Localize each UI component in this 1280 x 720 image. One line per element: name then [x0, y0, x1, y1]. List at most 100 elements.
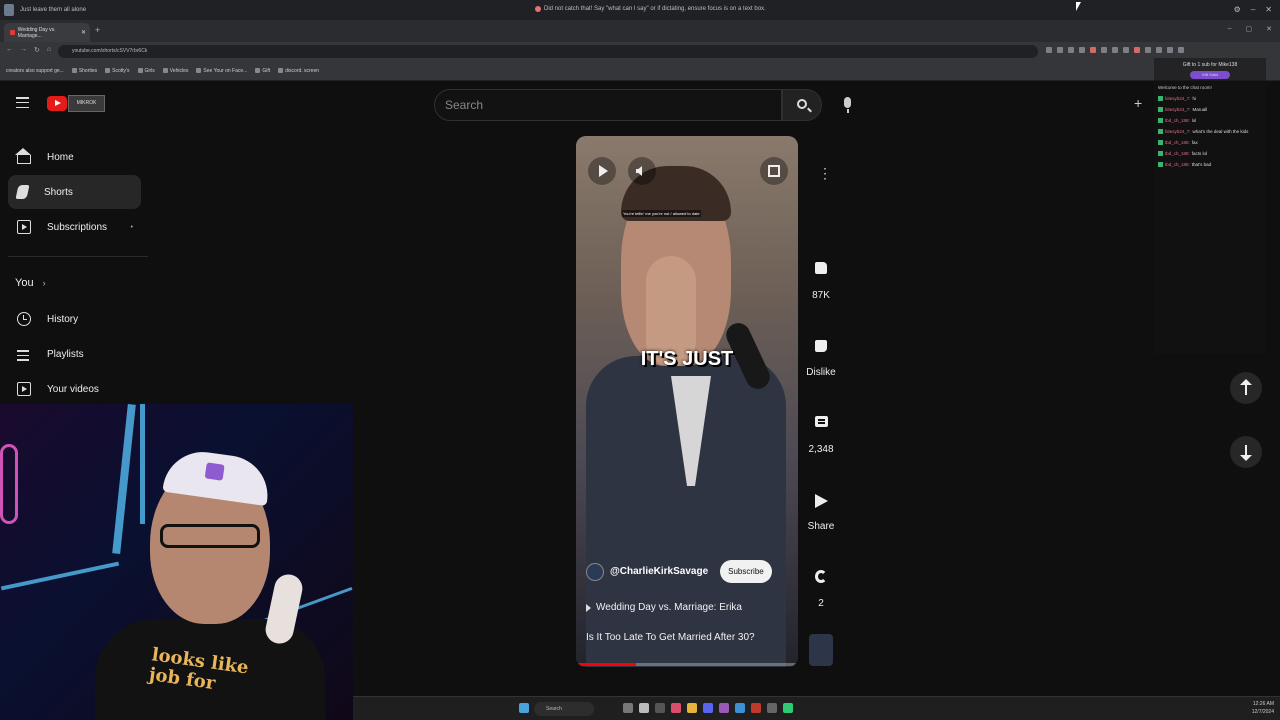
- short-title[interactable]: Is It Too Late To Get Married After 30?: [586, 632, 755, 643]
- taskbar-app-icon[interactable]: [623, 703, 633, 713]
- reload-icon[interactable]: ↻: [34, 46, 40, 54]
- extension-icon[interactable]: [1134, 47, 1140, 53]
- menu-icon[interactable]: [16, 97, 29, 108]
- youtube-logo-icon[interactable]: [47, 96, 67, 111]
- extension-icon[interactable]: [1145, 47, 1151, 53]
- extension-icon[interactable]: [1090, 47, 1096, 53]
- windows-start-icon[interactable]: [519, 703, 529, 713]
- chrome-icon[interactable]: [687, 703, 697, 713]
- url-field[interactable]: youtube.com/shorts/cSVV7rbr6Ck: [58, 45, 1038, 58]
- remix-button[interactable]: [806, 562, 836, 592]
- bookmark-item[interactable]: Girls: [137, 68, 155, 74]
- share-button[interactable]: [806, 485, 836, 515]
- chat-message: bitesyb24_7: hi: [1158, 96, 1262, 101]
- minimize-window-icon[interactable]: –: [1228, 25, 1232, 33]
- taskbar-app-icon[interactable]: [719, 703, 729, 713]
- bookmark-star-icon[interactable]: [1068, 47, 1074, 53]
- new-tab-icon[interactable]: +: [95, 25, 100, 35]
- webcam-overlay: looks like job for: [0, 404, 353, 720]
- youtube-favicon-icon: [10, 30, 15, 35]
- sidebar-item-your-videos[interactable]: Your videos: [8, 372, 141, 406]
- home-browser-icon[interactable]: ⌂: [47, 46, 51, 54]
- window-title: Just leave them all alone: [20, 7, 87, 13]
- channel-handle[interactable]: @CharlieKirkSavage: [610, 566, 708, 577]
- bookmark-item[interactable]: Vehicles: [162, 68, 188, 74]
- clock-date: 12/7/2024: [1251, 709, 1274, 715]
- bookmark-item[interactable]: Gift: [255, 68, 270, 74]
- maximize-window-icon[interactable]: ▢: [1246, 25, 1253, 33]
- sidebar-item-home[interactable]: Home: [8, 140, 141, 174]
- logo-badge[interactable]: MIKROK: [68, 95, 105, 112]
- tab-close-icon[interactable]: ✕: [81, 29, 86, 36]
- dislike-button[interactable]: [806, 331, 836, 361]
- bookmark-item[interactable]: Shorties: [71, 68, 97, 74]
- sidebar-section-you[interactable]: You ›: [15, 277, 46, 289]
- sidebar-divider: [8, 256, 148, 257]
- sidebar-item-label: Shorts: [44, 186, 73, 198]
- extension-icon[interactable]: [1101, 47, 1107, 53]
- history-icon: [17, 312, 31, 326]
- playlist-link[interactable]: Wedding Day vs. Marriage: Erika: [586, 602, 742, 613]
- file-explorer-icon[interactable]: [639, 703, 649, 713]
- extension-icon[interactable]: [1079, 47, 1085, 53]
- close-window-icon[interactable]: ✕: [1266, 25, 1272, 33]
- browser-tab[interactable]: Wedding Day vs. Marriage... ✕: [4, 23, 90, 42]
- taskbar-app-icon[interactable]: [783, 703, 793, 713]
- bookmark-item[interactable]: creators also support ge...: [6, 68, 64, 74]
- taskbar-app-icon[interactable]: [767, 703, 777, 713]
- next-short-button[interactable]: [1230, 436, 1262, 468]
- playlist-play-icon: [586, 603, 591, 612]
- extension-icon[interactable]: [1112, 47, 1118, 53]
- close-icon[interactable]: ✕: [1265, 5, 1272, 14]
- extension-icon[interactable]: [1123, 47, 1129, 53]
- create-icon[interactable]: +: [1134, 95, 1142, 111]
- your-videos-icon: [17, 382, 31, 396]
- settings-icon[interactable]: ⚙: [1234, 5, 1241, 14]
- minimize-icon[interactable]: –: [1251, 5, 1255, 14]
- discord-icon[interactable]: [703, 703, 713, 713]
- extension-icon[interactable]: [1046, 47, 1052, 53]
- comments-button[interactable]: [806, 408, 836, 438]
- subscribe-button[interactable]: Subscribe: [720, 560, 772, 583]
- sound-thumbnail[interactable]: [809, 634, 833, 666]
- taskbar-app-icon[interactable]: [671, 703, 681, 713]
- extension-icon[interactable]: [1057, 47, 1063, 53]
- taskbar-app-icon[interactable]: [735, 703, 745, 713]
- previous-short-button[interactable]: [1230, 372, 1262, 404]
- bookmark-item[interactable]: See Your on Face...: [196, 68, 247, 74]
- taskbar-app-icon[interactable]: [655, 703, 665, 713]
- sidebar-item-playlists[interactable]: Playlists: [8, 337, 141, 371]
- sidebar-item-label: Your videos: [47, 383, 99, 395]
- taskbar-apps: [623, 703, 793, 713]
- voice-search-button[interactable]: [832, 89, 864, 121]
- sidebar-item-subscriptions[interactable]: Subscriptions •: [8, 210, 141, 244]
- taskbar-app-icon[interactable]: [751, 703, 761, 713]
- back-icon[interactable]: ←: [6, 46, 13, 54]
- sidebar-item-label: History: [47, 313, 79, 325]
- os-taskbar: Search 12:26 AM 12/7/2024: [353, 696, 1280, 720]
- progress-bar[interactable]: [576, 663, 798, 666]
- channel-avatar[interactable]: [586, 562, 604, 581]
- play-button[interactable]: [588, 157, 616, 185]
- extension-icon[interactable]: [1178, 47, 1184, 53]
- search-input[interactable]: Search: [434, 89, 782, 121]
- chat-gift-header: Gift to 1 sub for Mike138: [1182, 62, 1238, 68]
- sidebar-item-history[interactable]: History: [8, 302, 141, 336]
- extension-icon[interactable]: [1156, 47, 1162, 53]
- clock-time: 12:26 AM: [1252, 701, 1274, 707]
- bookmark-item[interactable]: Scotty's: [105, 68, 130, 74]
- extension-icon[interactable]: [1167, 47, 1173, 53]
- volume-button[interactable]: [628, 157, 656, 185]
- gift-subs-badge[interactable]: Gift Subs: [1190, 71, 1230, 79]
- sidebar-item-shorts[interactable]: Shorts: [8, 175, 141, 209]
- badge-icon: [1158, 129, 1163, 134]
- bookmark-item[interactable]: discord. screen: [278, 68, 319, 74]
- taskbar-clock[interactable]: 12:26 AM 12/7/2024: [1252, 700, 1274, 716]
- forward-icon[interactable]: →: [20, 46, 27, 54]
- fullscreen-button[interactable]: [760, 157, 788, 185]
- short-video-player[interactable]: You're tellin' me you're not / allowed t…: [576, 136, 798, 667]
- taskbar-search[interactable]: Search: [534, 702, 594, 716]
- search-button[interactable]: [782, 89, 822, 121]
- like-button[interactable]: [806, 254, 836, 284]
- more-options-icon[interactable]: ⋮: [818, 165, 832, 182]
